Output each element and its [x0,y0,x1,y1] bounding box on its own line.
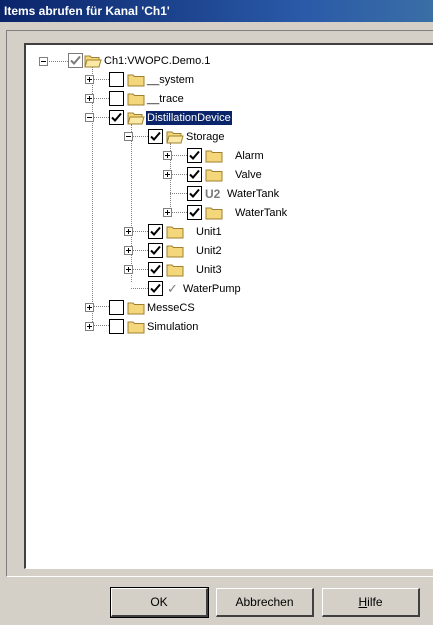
collapse-toggle-storage[interactable] [124,132,133,141]
u2-item-icon: U2 [205,187,221,201]
folder-icon [166,226,184,239]
expand-toggle-system[interactable] [85,75,94,84]
tree-label-unit2[interactable]: Unit2 [196,244,222,258]
window-title: Items abrufen für Kanal 'Ch1' [0,0,433,22]
checkbox-unit3[interactable] [148,262,163,277]
checkmark-item-icon: ✓ [167,281,178,296]
checkbox-trace[interactable] [109,91,124,106]
tree-label-trace[interactable]: __trace [147,92,184,106]
expand-toggle-alarm[interactable] [163,151,172,160]
tree-label-alarm[interactable]: Alarm [235,149,264,163]
checkbox-unit2[interactable] [148,243,163,258]
collapse-toggle-distillation[interactable] [85,113,94,122]
help-button[interactable]: Hilfe [322,588,420,617]
folder-icon [205,169,223,182]
expand-toggle-simulation[interactable] [85,322,94,331]
checkbox-storage[interactable] [148,129,163,144]
checkbox-watertank-folder[interactable] [187,205,202,220]
checkbox-simulation[interactable] [109,319,124,334]
checkbox-root[interactable] [68,53,83,68]
ok-button[interactable]: OK [110,587,209,618]
checkbox-unit1[interactable] [148,224,163,239]
item-tree[interactable]: Ch1:VWOPC.Demo.1 __system __trace Distil… [24,43,433,569]
collapse-toggle-root[interactable] [39,57,48,66]
folder-icon [166,245,184,258]
tree-label-valve[interactable]: Valve [235,168,262,182]
tree-label-unit1[interactable]: Unit1 [196,225,222,239]
tree-label-storage[interactable]: Storage [186,130,225,144]
expand-toggle-unit3[interactable] [124,265,133,274]
folder-icon [205,150,223,163]
folder-open-icon [84,55,102,68]
tree-label-unit3[interactable]: Unit3 [196,263,222,277]
folder-open-icon [127,112,145,125]
tree-label-waterpump[interactable]: WaterPump [183,282,241,296]
cancel-button[interactable]: Abbrechen [216,588,314,617]
folder-icon [127,74,145,87]
help-button-label: ilfe [367,595,383,609]
tree-label-system[interactable]: __system [147,73,194,87]
checkbox-valve[interactable] [187,167,202,182]
folder-icon [127,93,145,106]
tree-label-messecs[interactable]: MesseCS [147,301,195,315]
expand-toggle-messecs[interactable] [85,303,94,312]
checkbox-watertank-item[interactable] [187,186,202,201]
folder-icon [127,302,145,315]
expand-toggle-unit1[interactable] [124,227,133,236]
help-button-mnemonic: H [358,595,368,609]
checkbox-distillation[interactable] [109,110,124,125]
tree-label-root[interactable]: Ch1:VWOPC.Demo.1 [104,54,210,68]
expand-toggle-watertank[interactable] [163,208,172,217]
folder-open-icon [166,131,184,144]
folder-icon [166,264,184,277]
expand-toggle-unit2[interactable] [124,246,133,255]
checkbox-alarm[interactable] [187,148,202,163]
tree-label-simulation[interactable]: Simulation [147,320,198,334]
checkbox-waterpump[interactable] [148,281,163,296]
checkbox-messecs[interactable] [109,300,124,315]
expand-toggle-trace[interactable] [85,94,94,103]
folder-icon [205,207,223,220]
folder-icon [127,321,145,334]
tree-label-watertank-folder[interactable]: WaterTank [235,206,287,220]
expand-toggle-valve[interactable] [163,170,172,179]
checkbox-system[interactable] [109,72,124,87]
tree-label-watertank-item[interactable]: WaterTank [227,187,279,201]
tree-label-distillation[interactable]: DistillationDevice [146,111,232,125]
